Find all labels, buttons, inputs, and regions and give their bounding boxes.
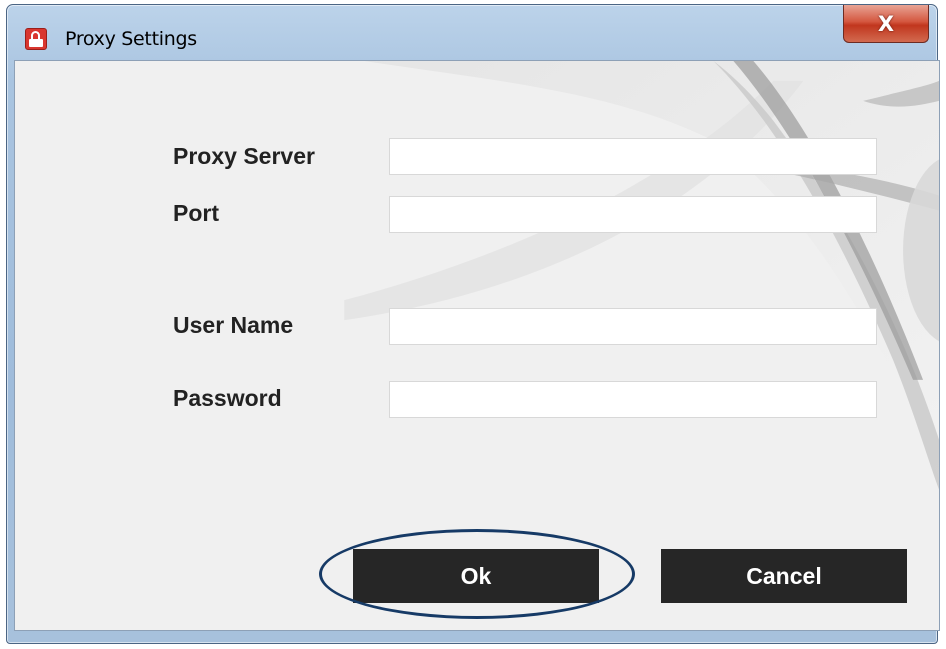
proxy-server-label: Proxy Server — [173, 143, 315, 169]
user-name-label: User Name — [173, 312, 294, 338]
lock-icon — [25, 28, 47, 50]
dialog-content: Proxy Server Port User Name Password Ok … — [14, 60, 940, 631]
port-label: Port — [173, 200, 219, 226]
window-title: Proxy Settings — [65, 28, 197, 50]
port-input[interactable] — [389, 196, 877, 233]
proxy-server-input[interactable] — [389, 138, 877, 175]
ok-button[interactable]: Ok — [353, 549, 599, 603]
close-button[interactable]: X — [843, 5, 929, 43]
password-input[interactable] — [389, 381, 877, 418]
password-label: Password — [173, 385, 282, 411]
user-name-input[interactable] — [389, 308, 877, 345]
cancel-button[interactable]: Cancel — [661, 549, 907, 603]
